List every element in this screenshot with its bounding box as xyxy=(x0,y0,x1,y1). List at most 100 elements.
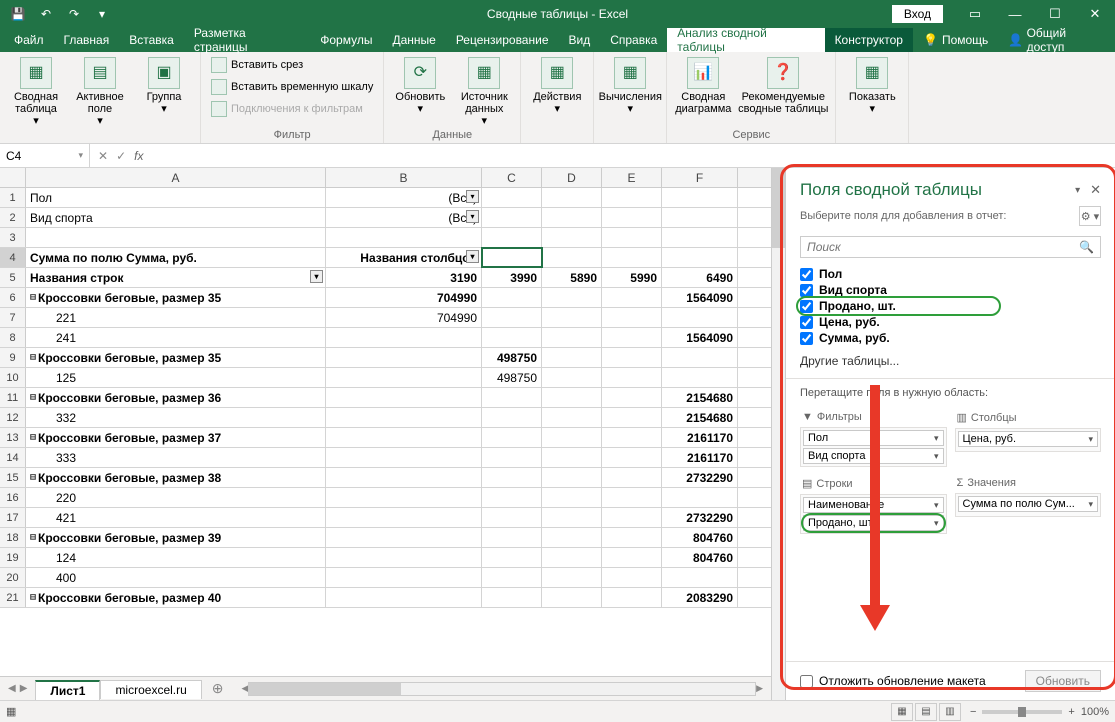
data-source-button[interactable]: ▦Источник данных▾ xyxy=(454,55,514,127)
field-item[interactable]: Продано, шт. xyxy=(800,298,1101,314)
cell[interactable] xyxy=(482,548,542,567)
ribbon-display-icon[interactable]: ▭ xyxy=(955,0,995,28)
cell[interactable]: 400 xyxy=(26,568,326,587)
cell[interactable] xyxy=(542,348,602,367)
cell[interactable]: 124 xyxy=(26,548,326,567)
collapse-icon[interactable]: ⊟ xyxy=(30,472,36,484)
row-header[interactable]: 6 xyxy=(0,288,26,307)
cell[interactable]: 2161170 xyxy=(662,428,738,447)
cell[interactable] xyxy=(602,368,662,387)
actions-button[interactable]: ▦Действия▾ xyxy=(527,55,587,115)
gear-icon[interactable]: ⚙ ▾ xyxy=(1079,206,1101,226)
cell[interactable] xyxy=(602,288,662,307)
collapse-icon[interactable]: ⊟ xyxy=(30,532,36,544)
close-icon[interactable]: ✕ xyxy=(1075,0,1115,28)
cancel-icon[interactable]: ✕ xyxy=(98,149,108,163)
cell[interactable] xyxy=(326,428,482,447)
cell[interactable] xyxy=(602,248,662,267)
filter-dropdown-icon[interactable]: ▾ xyxy=(310,270,323,283)
cell[interactable] xyxy=(542,288,602,307)
cell[interactable]: 2732290 xyxy=(662,508,738,527)
cell[interactable]: Пол xyxy=(26,188,326,207)
cell[interactable]: 1564090 xyxy=(662,328,738,347)
cell[interactable] xyxy=(542,568,602,587)
cell[interactable]: 3990 xyxy=(482,268,542,287)
save-icon[interactable]: 💾 xyxy=(6,2,30,26)
cell[interactable] xyxy=(602,588,662,607)
signin-button[interactable]: Вход xyxy=(892,5,943,23)
cell[interactable] xyxy=(602,388,662,407)
cell[interactable]: ⊟Кроссовки беговые, размер 36 xyxy=(26,388,326,407)
cell[interactable] xyxy=(602,408,662,427)
pane-close-icon[interactable]: ✕ xyxy=(1090,182,1101,198)
row-header[interactable]: 20 xyxy=(0,568,26,587)
cell[interactable] xyxy=(602,328,662,347)
row-header[interactable]: 18 xyxy=(0,528,26,547)
name-box[interactable]: C4▾ xyxy=(0,144,90,167)
cell[interactable] xyxy=(602,228,662,247)
field-pill[interactable]: Вид спорта▾ xyxy=(803,448,944,464)
cell[interactable] xyxy=(542,388,602,407)
row-header[interactable]: 9 xyxy=(0,348,26,367)
confirm-icon[interactable]: ✓ xyxy=(116,149,126,163)
recommended-pivot-button[interactable]: ❓Рекомендуемые сводные таблицы xyxy=(737,55,829,115)
collapse-icon[interactable]: ⊟ xyxy=(30,292,36,304)
tab-review[interactable]: Рецензирование xyxy=(446,28,559,52)
collapse-icon[interactable]: ⊟ xyxy=(30,592,36,604)
cell[interactable] xyxy=(662,228,738,247)
field-pill[interactable]: Наименование▾ xyxy=(803,497,944,513)
cell[interactable] xyxy=(482,388,542,407)
cell[interactable] xyxy=(326,588,482,607)
cell[interactable] xyxy=(542,368,602,387)
sheet-tab[interactable]: Лист1 xyxy=(35,680,100,700)
cell[interactable] xyxy=(326,568,482,587)
values-dropzone[interactable]: Сумма по полю Сум...▾ xyxy=(955,493,1102,517)
tab-help[interactable]: Справка xyxy=(600,28,667,52)
cell[interactable] xyxy=(602,208,662,227)
cell[interactable] xyxy=(26,228,326,247)
field-checkbox[interactable] xyxy=(800,284,813,297)
cell[interactable] xyxy=(326,328,482,347)
row-header[interactable]: 10 xyxy=(0,368,26,387)
cell[interactable] xyxy=(662,488,738,507)
cell[interactable] xyxy=(662,568,738,587)
refresh-button[interactable]: ⟳Обновить▾ xyxy=(390,55,450,115)
cell[interactable] xyxy=(326,488,482,507)
row-header[interactable]: 8 xyxy=(0,328,26,347)
cell[interactable]: Названия столбцов▾ xyxy=(326,248,482,267)
cell[interactable]: 125 xyxy=(26,368,326,387)
undo-icon[interactable]: ↶ xyxy=(34,2,58,26)
field-item[interactable]: Сумма, руб. xyxy=(800,330,1101,346)
sheet-prev-icon[interactable]: ◀ xyxy=(8,683,16,694)
tab-insert[interactable]: Вставка xyxy=(119,28,184,52)
zoom-slider[interactable] xyxy=(982,710,1062,714)
cell[interactable] xyxy=(482,228,542,247)
cell[interactable]: 2732290 xyxy=(662,468,738,487)
active-field-button[interactable]: ▤Активное поле▾ xyxy=(70,55,130,127)
cell[interactable]: 421 xyxy=(26,508,326,527)
cell[interactable]: ⊟Кроссовки беговые, размер 35 xyxy=(26,348,326,367)
tab-formulas[interactable]: Формулы xyxy=(310,28,382,52)
tab-data[interactable]: Данные xyxy=(382,28,445,52)
tab-page-layout[interactable]: Разметка страницы xyxy=(184,28,310,52)
col-header[interactable]: F xyxy=(662,168,738,187)
row-header[interactable]: 11 xyxy=(0,388,26,407)
cell[interactable] xyxy=(542,248,602,267)
tab-design[interactable]: Конструктор xyxy=(825,28,913,52)
rows-dropzone[interactable]: Наименование▾ Продано, шт.▾ xyxy=(800,494,947,534)
insert-slicer-button[interactable]: Вставить срез xyxy=(207,55,377,75)
cell[interactable]: 221 xyxy=(26,308,326,327)
cell[interactable] xyxy=(542,548,602,567)
field-item[interactable]: Пол xyxy=(800,266,1101,282)
insert-timeline-button[interactable]: Вставить временную шкалу xyxy=(207,77,377,97)
cell[interactable] xyxy=(482,588,542,607)
field-checkbox[interactable] xyxy=(800,316,813,329)
cell[interactable] xyxy=(542,408,602,427)
field-pill[interactable]: Цена, руб.▾ xyxy=(958,431,1099,447)
cell[interactable]: ⊟Кроссовки беговые, размер 39 xyxy=(26,528,326,547)
cell[interactable]: 333 xyxy=(26,448,326,467)
field-pill[interactable]: Сумма по полю Сум...▾ xyxy=(958,496,1099,512)
cell[interactable]: 332 xyxy=(26,408,326,427)
field-pill[interactable]: Продано, шт.▾ xyxy=(803,515,944,531)
normal-view-icon[interactable]: ▦ xyxy=(891,703,913,721)
